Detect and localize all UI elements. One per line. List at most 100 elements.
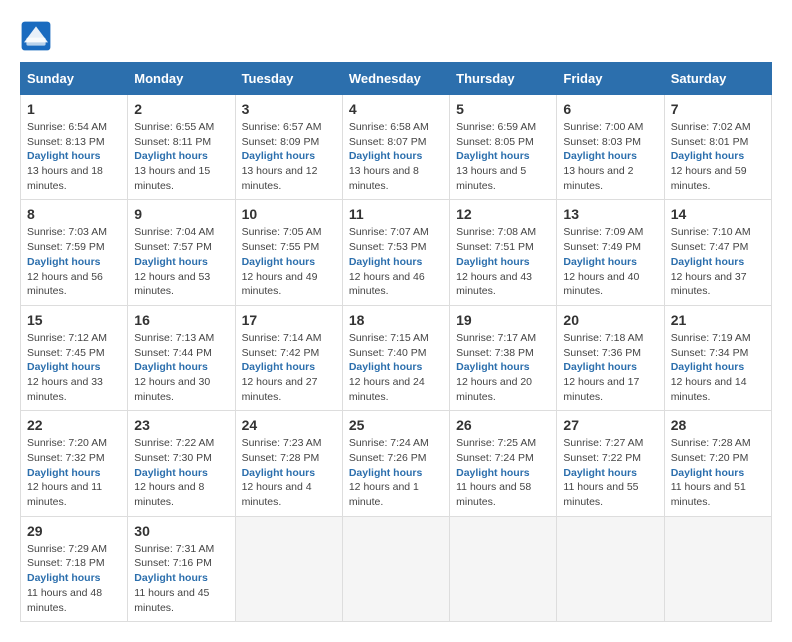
sunrise-text: Sunrise: 7:17 AM: [456, 332, 536, 344]
sunrise-text: Sunrise: 7:18 AM: [563, 332, 643, 344]
day-cell-11: 11Sunrise: 7:07 AMSunset: 7:53 PMDayligh…: [342, 200, 449, 305]
daylight-label: Daylight hours: [242, 256, 316, 268]
sunset-text: Sunset: 7:47 PM: [671, 241, 749, 253]
day-number: 19: [456, 312, 550, 328]
day-info: Sunrise: 6:54 AMSunset: 8:13 PMDaylight …: [27, 120, 121, 193]
sunrise-text: Sunrise: 7:05 AM: [242, 226, 322, 238]
day-info: Sunrise: 6:55 AM Sunset: 8:11 PM Daylight …: [134, 120, 228, 193]
sunrise-text: Sunrise: 7:20 AM: [27, 437, 107, 449]
sunrise-text: Sunrise: 7:07 AM: [349, 226, 429, 238]
sunrise-text: Sunrise: 7:09 AM: [563, 226, 643, 238]
day-number: 5: [456, 101, 550, 117]
daylight-label: Daylight hours: [134, 572, 208, 584]
sunrise-text: Sunrise: 6:55 AM: [134, 121, 214, 133]
day-cell-9: 9Sunrise: 7:04 AMSunset: 7:57 PMDaylight…: [128, 200, 235, 305]
day-info: Sunrise: 7:08 AMSunset: 7:51 PMDaylight …: [456, 225, 550, 298]
sunrise-text: Sunrise: 7:14 AM: [242, 332, 322, 344]
day-info: Sunrise: 7:05 AMSunset: 7:55 PMDaylight …: [242, 225, 336, 298]
sunset-text: Sunset: 8:11 PM: [134, 136, 211, 148]
day-cell-26: 26Sunrise: 7:25 AMSunset: 7:24 PMDayligh…: [450, 411, 557, 516]
daylight-label: Daylight hours: [242, 361, 316, 373]
day-number: 30: [134, 523, 228, 539]
logo-icon: [20, 20, 52, 52]
day-info: Sunrise: 7:13 AMSunset: 7:44 PMDaylight …: [134, 331, 228, 404]
day-cell-16: 16Sunrise: 7:13 AMSunset: 7:44 PMDayligh…: [128, 305, 235, 410]
day-number: 7: [671, 101, 765, 117]
day-cell-8: 8Sunrise: 7:03 AMSunset: 7:59 PMDaylight…: [21, 200, 128, 305]
logo: [20, 20, 56, 52]
day-info: Sunrise: 7:10 AMSunset: 7:47 PMDaylight …: [671, 225, 765, 298]
day-cell-21: 21Sunrise: 7:19 AMSunset: 7:34 PMDayligh…: [664, 305, 771, 410]
daylight-value: 13 hours and 2 minutes.: [563, 165, 633, 192]
sunrise-text: Sunrise: 7:27 AM: [563, 437, 643, 449]
sunset-text: Sunset: 7:26 PM: [349, 452, 427, 464]
day-info: Sunrise: 7:18 AMSunset: 7:36 PMDaylight …: [563, 331, 657, 404]
day-number: 11: [349, 206, 443, 222]
day-info: Sunrise: 7:17 AMSunset: 7:38 PMDaylight …: [456, 331, 550, 404]
day-info: Sunrise: 7:22 AMSunset: 7:30 PMDaylight …: [134, 436, 228, 509]
sunrise-text: Sunrise: 7:15 AM: [349, 332, 429, 344]
daylight-label: Daylight hours: [27, 150, 101, 162]
weekday-header-sunday: Sunday: [21, 63, 128, 95]
daylight-value: 12 hours and 8 minutes.: [134, 481, 204, 508]
daylight-value: 12 hours and 4 minutes.: [242, 481, 312, 508]
sunrise-text: Sunrise: 7:19 AM: [671, 332, 751, 344]
sunrise-text: Sunrise: 6:54 AM: [27, 121, 107, 133]
daylight-value: 12 hours and 27 minutes.: [242, 376, 318, 403]
daylight-label: Daylight hours: [27, 467, 101, 479]
day-number: 8: [27, 206, 121, 222]
sunset-text: Sunset: 7:32 PM: [27, 452, 105, 464]
daylight-label: Daylight hours: [671, 467, 745, 479]
sunrise-text: Sunrise: 7:08 AM: [456, 226, 536, 238]
sunset-text: Sunset: 7:42 PM: [242, 347, 320, 359]
daylight-value: 12 hours and 43 minutes.: [456, 271, 532, 298]
daylight-label: Daylight hours: [134, 467, 208, 479]
daylight-value: 13 hours and 5 minutes.: [456, 165, 526, 192]
page-header: [20, 20, 772, 52]
daylight-label: Daylight hours: [134, 361, 208, 373]
day-info: Sunrise: 6:57 AMSunset: 8:09 PMDaylight …: [242, 120, 336, 193]
day-number: 29: [27, 523, 121, 539]
weekday-header-friday: Friday: [557, 63, 664, 95]
weekday-header-wednesday: Wednesday: [342, 63, 449, 95]
daylight-label: Daylight hours: [134, 150, 208, 162]
calendar-week-1: 1Sunrise: 6:54 AMSunset: 8:13 PMDaylight…: [21, 95, 772, 200]
daylight-value: 12 hours and 30 minutes.: [134, 376, 210, 403]
day-cell-13: 13Sunrise: 7:09 AMSunset: 7:49 PMDayligh…: [557, 200, 664, 305]
sunrise-text: Sunrise: 7:24 AM: [349, 437, 429, 449]
day-cell-30: 30Sunrise: 7:31 AMSunset: 7:16 PMDayligh…: [128, 516, 235, 621]
calendar-body: 1Sunrise: 6:54 AMSunset: 8:13 PMDaylight…: [21, 95, 772, 622]
day-cell-2: 2Sunrise: 6:55 AMSunset: 8:11 PMDaylight…: [128, 95, 235, 200]
day-info: Sunrise: 7:04 AMSunset: 7:57 PMDaylight …: [134, 225, 228, 298]
day-cell-12: 12Sunrise: 7:08 AMSunset: 7:51 PMDayligh…: [450, 200, 557, 305]
day-number: 21: [671, 312, 765, 328]
day-cell-4: 4Sunrise: 6:58 AMSunset: 8:07 PMDaylight…: [342, 95, 449, 200]
day-number: 6: [563, 101, 657, 117]
weekday-header-monday: Monday: [128, 63, 235, 95]
calendar-week-2: 8Sunrise: 7:03 AMSunset: 7:59 PMDaylight…: [21, 200, 772, 305]
sunset-text: Sunset: 7:53 PM: [349, 241, 427, 253]
day-cell-17: 17Sunrise: 7:14 AMSunset: 7:42 PMDayligh…: [235, 305, 342, 410]
sunset-text: Sunset: 8:05 PM: [456, 136, 534, 148]
sunrise-text: Sunrise: 6:58 AM: [349, 121, 429, 133]
daylight-value: 11 hours and 48 minutes.: [27, 587, 102, 614]
day-info: Sunrise: 7:15 AMSunset: 7:40 PMDaylight …: [349, 331, 443, 404]
daylight-value: 12 hours and 17 minutes.: [563, 376, 639, 403]
daylight-value: 12 hours and 56 minutes.: [27, 271, 103, 298]
sunset-text: Sunset: 7:49 PM: [563, 241, 641, 253]
day-info: Sunrise: 7:23 AMSunset: 7:28 PMDaylight …: [242, 436, 336, 509]
daylight-value: 13 hours and 8 minutes.: [349, 165, 419, 192]
day-cell-20: 20Sunrise: 7:18 AMSunset: 7:36 PMDayligh…: [557, 305, 664, 410]
day-info: Sunrise: 7:20 AM Sunset: 7:32 PM Daylight …: [27, 436, 121, 509]
daylight-value: 12 hours and 33 minutes.: [27, 376, 103, 403]
sunset-text: Sunset: 7:34 PM: [671, 347, 749, 359]
daylight-label: Daylight hours: [456, 467, 530, 479]
day-info: Sunrise: 7:27 AMSunset: 7:22 PMDaylight …: [563, 436, 657, 509]
day-cell-24: 24Sunrise: 7:23 AMSunset: 7:28 PMDayligh…: [235, 411, 342, 516]
day-info: Sunrise: 7:19 AMSunset: 7:34 PMDaylight …: [671, 331, 765, 404]
sunrise-text: Sunrise: 7:12 AM: [27, 332, 107, 344]
day-cell-3: 3Sunrise: 6:57 AMSunset: 8:09 PMDaylight…: [235, 95, 342, 200]
sunrise-text: Sunrise: 7:04 AM: [134, 226, 214, 238]
sunset-text: Sunset: 8:01 PM: [671, 136, 749, 148]
day-number: 22: [27, 417, 121, 433]
